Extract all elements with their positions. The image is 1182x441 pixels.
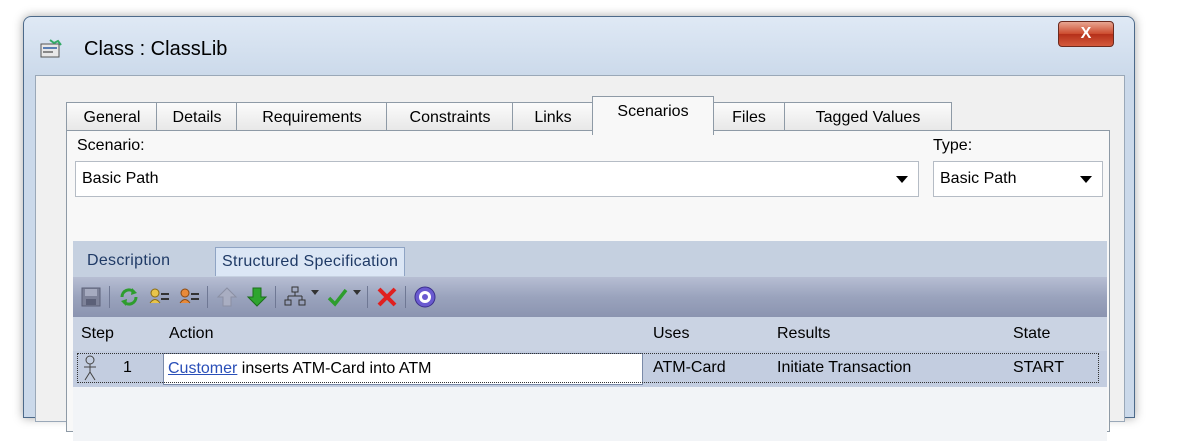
window-title: Class : ClassLib xyxy=(84,38,228,60)
header-results[interactable]: Results xyxy=(777,325,830,343)
action-cell[interactable]: Customer inserts ATM-Card into ATM xyxy=(163,353,643,385)
dialog-body: General Details Requirements Constraints… xyxy=(35,75,1125,441)
chevron-down-icon xyxy=(1080,176,1092,183)
actor-icon xyxy=(84,355,96,381)
move-down-icon[interactable] xyxy=(245,285,269,309)
tab-files[interactable]: Files xyxy=(712,102,786,133)
scenario-label: Scenario: xyxy=(77,137,145,154)
tab-scenarios[interactable]: Scenarios xyxy=(592,96,714,135)
table-row[interactable]: 1 Customer inserts ATM-Card into ATM ATM… xyxy=(73,351,1107,387)
insert-step-icon[interactable] xyxy=(177,285,201,309)
header-step[interactable]: Step xyxy=(81,325,114,343)
tab-general[interactable]: General xyxy=(66,102,158,133)
scenario-value: Basic Path xyxy=(82,170,159,187)
header-action[interactable]: Action xyxy=(169,325,213,343)
specification-toolbar xyxy=(73,277,1107,317)
type-label: Type: xyxy=(933,137,973,154)
type-select[interactable]: Basic Path xyxy=(933,161,1103,197)
actor-link[interactable]: Customer xyxy=(168,360,237,377)
tab-links[interactable]: Links xyxy=(512,102,594,133)
header-state[interactable]: State xyxy=(1013,325,1050,343)
state-value: START xyxy=(1013,359,1064,376)
add-step-icon[interactable] xyxy=(147,285,171,309)
chevron-down-icon xyxy=(896,176,908,183)
scenario-detail-pane: Description Structured Specification Ste… xyxy=(73,241,1107,441)
uses-value: ATM-Card xyxy=(653,359,726,376)
results-value: Initiate Transaction xyxy=(777,359,912,376)
class-properties-dialog: Class : ClassLib X General Details Requi… xyxy=(23,16,1135,441)
toolbar-separator xyxy=(109,286,110,308)
toolbar-separator xyxy=(405,286,406,308)
action-text: inserts ATM-Card into ATM xyxy=(237,360,432,377)
toolbar-separator xyxy=(275,286,276,308)
grid-header: Step Action Uses Results State xyxy=(73,317,1107,351)
delete-icon[interactable] xyxy=(375,285,399,309)
header-uses[interactable]: Uses xyxy=(653,325,689,343)
class-properties-icon xyxy=(40,39,62,58)
tab-tagged-values[interactable]: Tagged Values xyxy=(784,102,952,133)
subtab-strip: Description Structured Specification xyxy=(73,241,1107,277)
title-bar[interactable]: Class : ClassLib X xyxy=(24,17,1134,77)
step-number: 1 xyxy=(123,359,132,376)
chevron-down-icon[interactable] xyxy=(311,290,319,295)
chevron-down-icon[interactable] xyxy=(353,290,361,295)
validate-icon[interactable] xyxy=(325,285,349,309)
tab-details[interactable]: Details xyxy=(156,102,238,133)
toolbar-separator xyxy=(207,286,208,308)
subtab-structured-specification[interactable]: Structured Specification xyxy=(215,247,406,276)
type-value: Basic Path xyxy=(940,170,1017,187)
scenarios-panel: Scenario: Basic Path Type: Basic Path De… xyxy=(66,130,1110,441)
tab-requirements[interactable]: Requirements xyxy=(236,102,388,133)
tab-constraints[interactable]: Constraints xyxy=(386,102,514,133)
refresh-icon[interactable] xyxy=(117,285,141,309)
generate-diagram-icon[interactable] xyxy=(283,285,307,309)
toolbar-separator xyxy=(367,286,368,308)
save-icon[interactable] xyxy=(79,285,103,309)
move-up-icon[interactable] xyxy=(215,285,239,309)
scenario-select[interactable]: Basic Path xyxy=(75,161,919,197)
help-icon[interactable] xyxy=(413,285,437,309)
close-button[interactable]: X xyxy=(1058,21,1114,47)
subtab-description[interactable]: Description xyxy=(81,247,176,275)
